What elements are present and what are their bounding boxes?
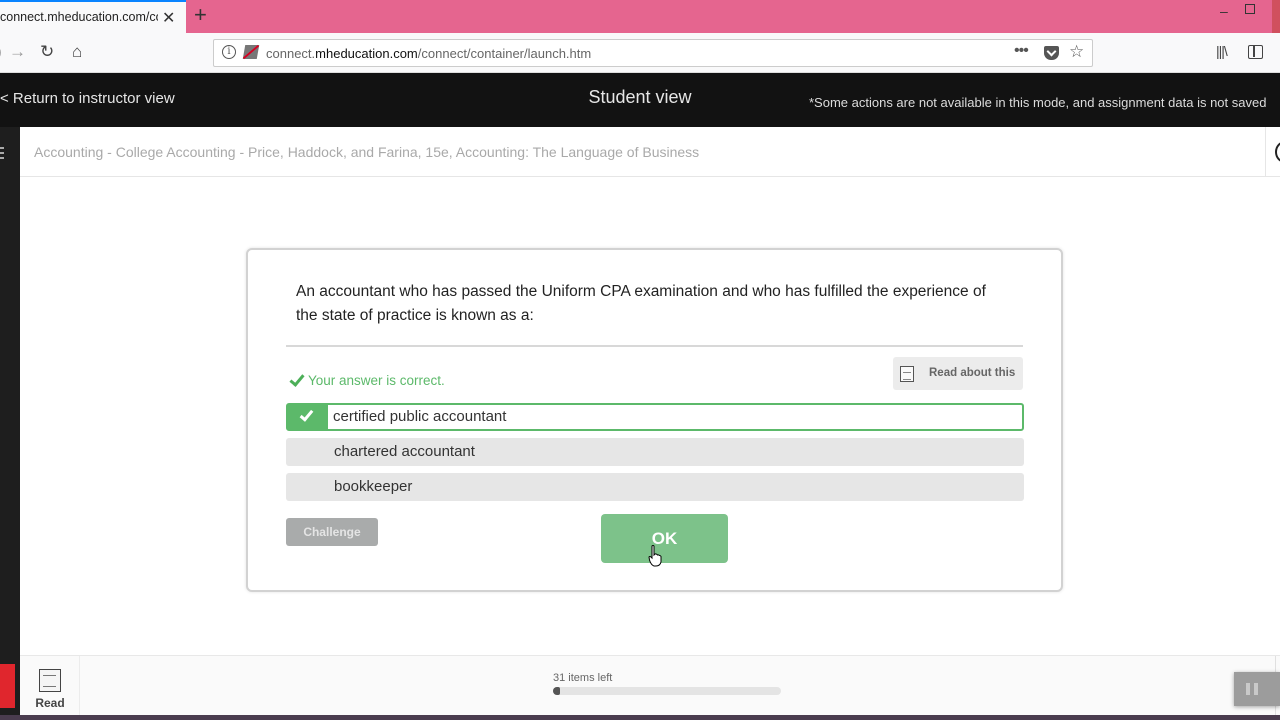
check-icon [289, 371, 305, 387]
correct-check-icon [287, 404, 328, 430]
info-icon[interactable]: i [222, 45, 236, 59]
os-taskbar [0, 715, 1280, 720]
ok-button[interactable]: OK [601, 514, 728, 563]
pause-icon [1246, 683, 1250, 695]
tab-close-icon[interactable]: ✕ [162, 8, 175, 28]
brand-tile[interactable] [0, 664, 15, 708]
items-left-counter: 31 items left [553, 672, 613, 684]
restore-icon[interactable] [1245, 4, 1255, 14]
answer-option[interactable]: bookkeeper [286, 473, 1024, 501]
hand-cursor-icon [648, 545, 662, 567]
page-title: Student view [588, 87, 692, 107]
left-rail [0, 127, 20, 720]
back-icon[interactable]: ) [0, 42, 2, 62]
student-view-bar: < Return to instructor view Student view… [0, 73, 1280, 127]
sidebar-icon[interactable] [1248, 45, 1263, 59]
help-icon[interactable] [1275, 141, 1280, 163]
minimize-icon[interactable]: – [1220, 3, 1228, 19]
bookmark-star-icon[interactable]: ☆ [1069, 42, 1084, 62]
return-to-instructor-link[interactable]: < Return to instructor view [0, 90, 175, 107]
browser-tab[interactable]: connect.mheducation.com/connect/containe… [0, 0, 186, 33]
question-divider [286, 345, 1023, 347]
answer-option[interactable]: certified public accountant [286, 403, 1024, 431]
document-icon [39, 669, 61, 692]
url-domain: mheducation.com [315, 46, 418, 61]
tab-title: connect.mheducation.com/connect/containe… [0, 10, 158, 24]
library-icon[interactable]: |||\ [1216, 43, 1228, 59]
reload-icon[interactable]: ↻ [40, 42, 54, 62]
read-label: Read [35, 696, 65, 710]
browser-tab-strip: connect.mheducation.com/connect/containe… [0, 0, 1280, 33]
bottom-toolbar: Read 31 items left [20, 655, 1280, 716]
option-label: bookkeeper [334, 478, 413, 495]
challenge-button[interactable]: Challenge [286, 518, 378, 546]
option-label: certified public accountant [333, 408, 507, 425]
forward-icon[interactable]: → [9, 42, 26, 62]
url-prefix: connect. [266, 46, 316, 61]
pause-icon [1254, 683, 1258, 695]
browser-nav-bar: ) → ↻ ⌂ i connect.mheducation.com/connec… [0, 33, 1280, 73]
answer-option[interactable]: chartered accountant [286, 438, 1024, 466]
menu-icon[interactable] [0, 147, 4, 161]
new-tab-icon[interactable]: + [194, 2, 207, 28]
pocket-icon[interactable] [1044, 46, 1059, 60]
window-close-button[interactable] [1272, 0, 1280, 33]
option-label: chartered accountant [334, 443, 475, 460]
document-icon [900, 366, 914, 382]
answer-feedback: Your answer is correct. [289, 371, 445, 388]
read-about-label: Read about this [929, 367, 1016, 379]
url-path: /connect/container/launch.htm [417, 46, 592, 61]
progress-fill [553, 687, 560, 695]
progress-bar [553, 687, 781, 695]
course-title: Accounting - College Accounting - Price,… [34, 144, 700, 160]
pause-button[interactable] [1234, 672, 1280, 706]
mode-notice: *Some actions are not available in this … [809, 95, 1267, 110]
header-divider [1265, 127, 1266, 177]
feedback-text: Your answer is correct. [308, 373, 445, 388]
url-text[interactable]: connect.mheducation.com/connect/containe… [266, 46, 591, 61]
course-header: Accounting - College Accounting - Price,… [20, 127, 1280, 177]
read-button[interactable]: Read [20, 656, 80, 716]
insecure-lock-icon[interactable] [242, 45, 260, 59]
question-card: An accountant who has passed the Uniform… [246, 248, 1063, 592]
question-text: An accountant who has passed the Uniform… [296, 283, 986, 324]
more-icon[interactable]: ••• [1014, 42, 1029, 60]
url-bar[interactable]: i connect.mheducation.com/connect/contai… [213, 39, 1093, 67]
read-about-this-button[interactable]: Read about this [893, 357, 1023, 390]
home-icon[interactable]: ⌂ [72, 42, 82, 62]
